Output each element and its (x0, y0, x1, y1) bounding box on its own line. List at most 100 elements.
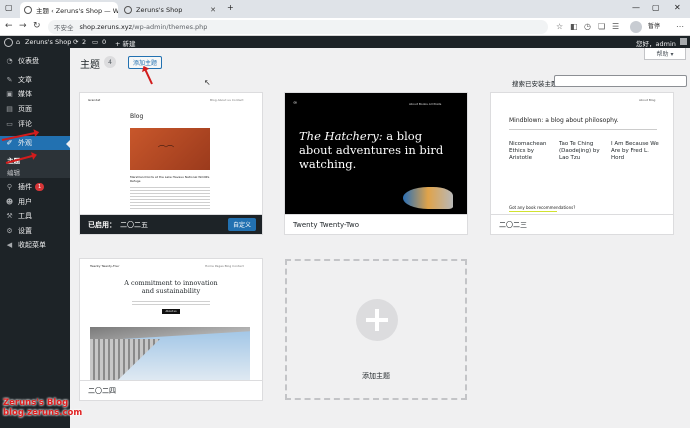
dashboard-icon: ◔ (6, 57, 13, 65)
preview-caption: Marshland birds at the Lake Havasu Natio… (130, 175, 210, 183)
preview-cta: Got any book recommendations? (509, 205, 576, 210)
collapse-icon: ◀ (6, 241, 13, 249)
settings-icon: ⚙ (6, 227, 13, 235)
theme-screenshot[interactable]: Twenty Twenty-Four Home Pages Blog Conta… (80, 259, 262, 380)
browser-tab-bar: ▢ 主题 ‹ Zeruns's Shop — WordPress ✕ Zerun… (0, 0, 690, 18)
close-tab-icon[interactable]: ✕ (206, 6, 216, 14)
updates-count[interactable]: 2 (82, 38, 86, 46)
submenu-item-editor[interactable]: 编辑 (7, 167, 20, 177)
sidebar-item-dashboard[interactable]: ◔ 仪表盘 (0, 54, 70, 68)
theme-name: 二〇二五 (120, 220, 148, 229)
comments-icon[interactable]: ▭ (92, 38, 98, 46)
preview-cta-underline (509, 211, 557, 212)
plugin-icon: ⚲ (6, 183, 13, 191)
theme-card-tt4[interactable]: Twenty Twenty-Four Home Pages Blog Conta… (80, 259, 262, 400)
theme-card-tt5[interactable]: Grandat Blog About us Contact Blog ⌒⌒ Ma… (80, 93, 262, 234)
theme-name: Twenty Twenty-Two (293, 220, 360, 229)
media-icon: ▣ (6, 90, 13, 98)
theme-card-tt2[interactable]: ∞ About Books All Posts The Hatchery: a … (285, 93, 467, 234)
forward-icon[interactable]: → (19, 21, 27, 31)
user-avatar[interactable] (680, 38, 687, 45)
favorites-icon[interactable]: ☰ (612, 22, 619, 31)
theme-name-bar: Twenty Twenty-Two (285, 214, 467, 234)
updates-icon[interactable]: ⟳ (73, 38, 78, 46)
wordpress-logo-icon[interactable] (4, 38, 13, 47)
close-window-icon[interactable]: ✕ (674, 3, 681, 12)
pin-icon: ✎ (6, 76, 13, 84)
tab-shop[interactable]: Zeruns's Shop ✕ (120, 2, 220, 18)
preview-headline: The Hatchery: a blog about adventures in… (299, 129, 454, 171)
reload-icon[interactable]: ↻ (33, 21, 41, 31)
sidebar-item-plugins[interactable]: ⚲ 插件 1 (0, 180, 70, 194)
theme-name: 二〇二三 (499, 220, 527, 229)
sidebar-item-collapse[interactable]: ◀ 收起菜单 (0, 238, 70, 252)
preview-menu: Blog About us Contact (210, 98, 244, 102)
search-themes-input[interactable] (554, 75, 687, 87)
sidebar-item-label: 收起菜单 (18, 241, 46, 249)
history-icon[interactable]: ◷ (584, 22, 591, 31)
tab-title: Zeruns's Shop (136, 6, 183, 14)
sidebar-item-label: 外观 (18, 139, 32, 147)
preview-title: Mindblown: a blog about philosophy. (509, 117, 619, 124)
theme-count-badge: 4 (104, 56, 116, 68)
back-icon[interactable]: ← (5, 21, 13, 31)
not-secure-label[interactable]: 不安全 (54, 22, 74, 32)
theme-card-tt3[interactable]: About Blog Mindblown: a blog about philo… (491, 93, 673, 234)
more-menu-icon[interactable]: ⋯ (676, 22, 684, 31)
theme-screenshot[interactable]: Grandat Blog About us Contact Blog ⌒⌒ Ma… (80, 93, 262, 214)
customize-button[interactable]: 自定义 (227, 218, 256, 231)
url-bar[interactable]: 不安全 shop.zeruns.xyz/wp-admin/themes.php (48, 20, 548, 34)
new-content-link[interactable]: + 新建 (115, 38, 136, 48)
add-new-theme-label: 添加主题 (362, 372, 390, 380)
extensions-icon[interactable]: ◧ (570, 22, 578, 31)
globe-favicon-icon (124, 6, 132, 14)
watermark: Zeruns's Blog blog.zeruns.com (3, 398, 82, 418)
preview-post-title: Tao Te Ching (Daodejing) by Lao Tzu (559, 141, 600, 161)
address-toolbar: ← → ↻ 不安全 shop.zeruns.xyz/wp-admin/theme… (0, 18, 690, 36)
avatar[interactable] (630, 21, 642, 33)
theme-screenshot[interactable]: About Blog Mindblown: a blog about philo… (491, 93, 673, 214)
watermark-line: Zeruns's Blog (3, 398, 69, 408)
tab-title: 主题 ‹ Zeruns's Shop — WordPress (36, 7, 118, 15)
sidebar-item-label: 文章 (18, 76, 32, 84)
comments-count[interactable]: 0 (102, 38, 106, 46)
preview-site-name: Grandat (88, 98, 101, 102)
preview-body-text (132, 299, 210, 307)
preview-divider (509, 129, 657, 130)
window-menu-icon[interactable]: ▢ (5, 3, 13, 12)
sidebar-item-posts[interactable]: ✎ 文章 (0, 73, 70, 87)
help-tab-button[interactable]: 帮助 ▾ (644, 48, 686, 60)
preview-headline: A commitment to innovation and sustainab… (124, 279, 218, 295)
add-new-theme-card[interactable]: 添加主题 (285, 259, 467, 400)
bookmark-star-icon[interactable]: ☆ (556, 22, 563, 31)
bird-silhouette-icon: ⌒⌒ (158, 145, 174, 154)
collections-icon[interactable]: ❏ (598, 22, 605, 31)
page-title: 主题 (80, 60, 100, 71)
preview-building-image (90, 327, 250, 380)
url-path: /wp-admin/themes.php (132, 23, 208, 31)
theme-screenshot[interactable]: ∞ About Books All Posts The Hatchery: a … (285, 93, 467, 214)
pause-sync-button[interactable]: 暂停 (648, 21, 660, 30)
tab-themes[interactable]: 主题 ‹ Zeruns's Shop — WordPress ✕ (20, 2, 118, 18)
maximize-icon[interactable]: ▢ (652, 3, 660, 12)
preview-site-name: Twenty Twenty-Four (90, 264, 120, 268)
preview-heading: Blog (130, 113, 144, 120)
minimize-icon[interactable]: — (632, 3, 640, 12)
sidebar-item-pages[interactable]: ▤ 页面 (0, 102, 70, 116)
new-tab-button[interactable]: + (227, 3, 234, 12)
theme-name: 二〇二四 (88, 386, 116, 395)
sidebar-item-media[interactable]: ▣ 媒体 (0, 87, 70, 101)
sidebar-item-label: 仪表盘 (18, 57, 39, 65)
sidebar-item-tools[interactable]: ⚒ 工具 (0, 209, 70, 223)
sidebar-item-label: 评论 (18, 120, 32, 128)
main-content: 帮助 ▾ 主题 4 添加主题 搜索已安装主题 Grandat Blog Abou… (70, 48, 690, 428)
sidebar-item-settings[interactable]: ⚙ 设置 (0, 224, 70, 238)
comment-icon: ▭ (6, 120, 13, 128)
preview-post-title: I Am Because We Are by Fred L. Hord (611, 141, 659, 161)
sidebar-item-label: 页面 (18, 105, 32, 113)
site-name-link[interactable]: Zeruns's Shop (25, 38, 71, 46)
sidebar-item-label: 插件 (18, 183, 32, 191)
greeting-link[interactable]: 您好，admin (636, 38, 676, 48)
plus-icon (356, 299, 398, 341)
sidebar-item-users[interactable]: ☻ 用户 (0, 195, 70, 209)
